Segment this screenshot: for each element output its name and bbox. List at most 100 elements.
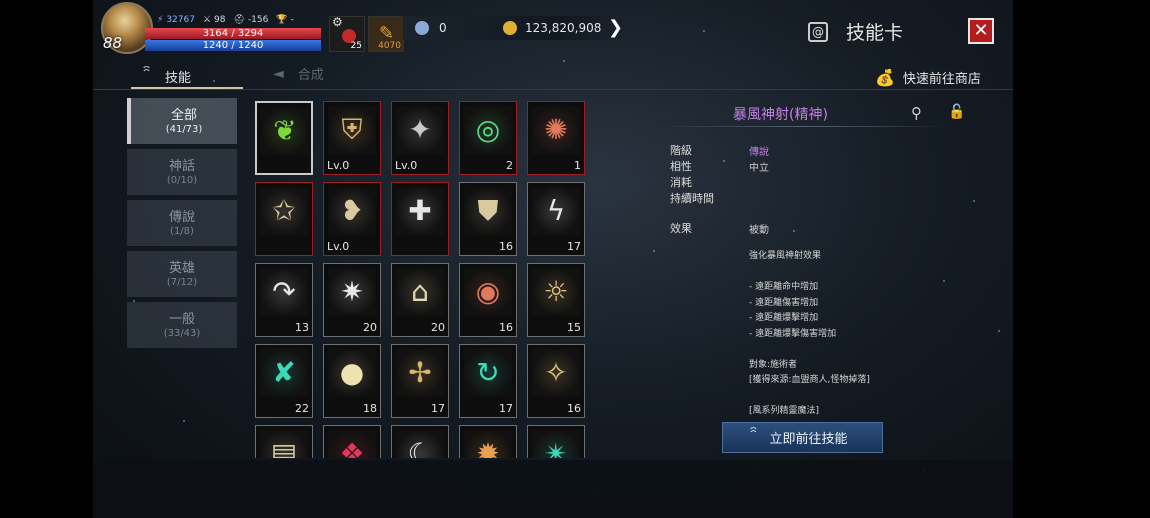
gold-coin-icon [503,21,517,35]
search-icon[interactable]: ⚲ [911,104,922,122]
totem-icon: ⌂ [396,268,444,316]
skill-card[interactable]: ◉ 16 [459,263,517,337]
power-stat: ⚡ 32767 [157,15,195,25]
skill-card[interactable]: ✘ 22 [255,344,313,418]
eye-skill-icon: ◉ [464,268,512,316]
category-hero[interactable]: 英雄 (7/12) [127,251,237,297]
arc-arrow-icon: ↷ [260,268,308,316]
description-line: [獲得來源:血盟商人,怪物掉落] [749,375,870,385]
skill-card[interactable]: ⛊ 16 [459,182,517,256]
shop-link[interactable]: 💰 快速前往商店 [875,68,981,87]
trophy-icon: 🏆 [276,15,288,25]
lock-icon[interactable]: 🔓 [948,104,965,120]
description-line: [風系列精靈魔法] [749,406,820,416]
defense-value: -156 [247,15,269,25]
feather-slot[interactable]: ✎ 4070 [368,16,404,52]
attack-stat: ⚔ 98 [203,15,226,25]
skill-card[interactable]: ⛨ Lv.0 [323,101,381,175]
card-label: 22 [295,402,309,415]
skill-card[interactable]: ↷ 13 [255,263,313,337]
potion-slot[interactable]: ⚙ 25 [329,15,365,52]
description-line: - 遠距離傷害增加 [749,297,819,308]
gear-icon: ⚙ [332,15,343,29]
category-normal[interactable]: 一般 (33/43) [127,302,237,348]
card-label: 16 [567,402,581,415]
skill-card[interactable]: ϟ 17 [527,182,585,256]
shop-link-label: 快速前往商店 [902,72,981,87]
skill-card[interactable]: ✚ [391,182,449,256]
category-count: (33/43) [163,328,201,339]
skill-card[interactable]: ✴ [527,425,585,458]
skill-card[interactable]: ✩ [255,182,313,256]
feather-count: 4070 [378,41,401,51]
tab-synthesis-label: 合成 [297,68,324,83]
skill-card[interactable]: ✢ 17 [391,344,449,418]
potion-count: 25 [350,41,362,51]
category-name: 英雄 [168,261,195,276]
description-line: - 遠距離命中增加 [749,282,819,292]
skill-card[interactable]: ☼ 15 [527,263,585,337]
castle-spark-icon: ✧ [532,349,580,397]
power-icon: ⚡ [157,15,164,25]
power-value: 32767 [166,15,195,25]
category-name: 神話 [168,159,195,174]
skill-card-icon: @ [808,21,828,42]
star [703,30,705,32]
active-tab-indicator [131,87,243,89]
helmet-icon: ⛑ [233,15,245,25]
skill-card[interactable]: ◎ 2 [459,101,517,175]
category-legend[interactable]: 傳說 (1/8) [127,200,237,246]
card-label: 20 [363,321,377,334]
skill-card[interactable]: ❦ [255,101,313,175]
skill-card[interactable]: ▤ [255,425,313,458]
star [183,420,185,422]
skill-card[interactable]: ↻ 17 [459,344,517,418]
skill-card[interactable]: ❖ [323,425,381,458]
skill-card[interactable]: ⌂ 20 [391,263,449,337]
detail-row-label: 相性 [670,160,692,173]
chevron-right-icon[interactable]: ❯ [608,17,623,38]
mp-bar: 1240 / 1240 [145,40,321,51]
card-label: 16 [499,240,513,253]
close-button[interactable]: ✕ [968,18,994,44]
skill-card[interactable]: ● 18 [323,344,381,418]
warrior-icon: ✢ [396,349,444,397]
card-label: Lv.0 [327,240,350,253]
star [723,160,725,162]
detail-row-label: 持續時間 [670,192,714,205]
category-count: (7/12) [166,277,198,288]
moon-icon: ☾ [396,430,444,458]
skill-card[interactable]: ✷ 20 [323,263,381,337]
skill-card-grid: ❦ ⛨ Lv.0 ✦ Lv.0 ◎ 2 ✺ 1 ✩ ❥ Lv.0 ✚ ⛊ 16 ϟ 17 ↷ 13 ✷ 20 ⌂ 20 ◉ 16… [255,98,595,458]
scroll-icon: ▤ [260,430,308,458]
star [793,230,795,232]
skill-card[interactable]: ✦ Lv.0 [391,101,449,175]
card-label: 13 [295,321,309,334]
defense-stat: ⛑ -156 [234,15,269,25]
card-label: 16 [499,321,513,334]
goto-skill-button[interactable]: ꩰ 立即前往技能 [722,422,883,453]
goto-skill-label: 立即前往技能 [769,432,848,447]
teal-burst-icon: ✴ [532,430,580,458]
category-all[interactable]: 全部 (41/73) [127,98,237,144]
tab-skills[interactable]: ꩰ 技能 [151,64,191,88]
crystal-amount: 0 [439,21,447,35]
trophy-stat: 🏆 - [276,15,293,25]
arrow-icon: ◄ [273,65,284,82]
description-line: - 遠距離爆擊傷害增加 [749,328,837,339]
skill-card[interactable]: ✺ 1 [527,101,585,175]
attack-value: 98 [214,15,226,25]
tab-synthesis[interactable]: ◄ 合成 [273,64,324,84]
category-myth[interactable]: 神話 (0/10) [127,149,237,195]
card-label: 1 [574,159,581,172]
tab-bar: ꩰ 技能 ◄ 合成 💰 快速前往商店 [93,62,1013,90]
skill-card[interactable]: ❥ Lv.0 [323,182,381,256]
skill-card[interactable]: ✧ 16 [527,344,585,418]
sword-icon: ⚔ [202,15,212,25]
effect-value: 被動 [749,225,769,236]
aura-skill-icon: ◎ [464,106,512,154]
skill-card[interactable]: ✹ [459,425,517,458]
skill-card[interactable]: ☾ [391,425,449,458]
card-label: 17 [431,402,445,415]
spiral-sun-icon: ☼ [532,268,580,316]
